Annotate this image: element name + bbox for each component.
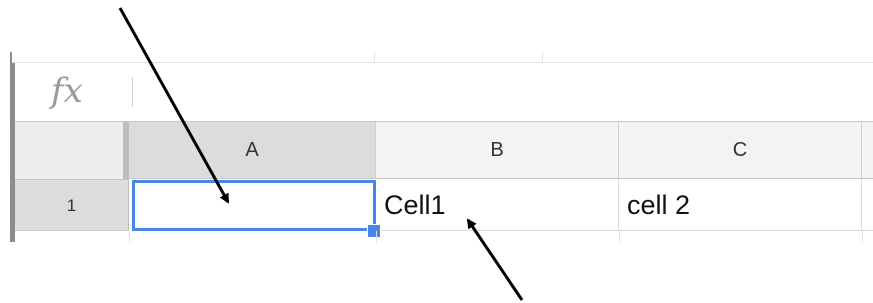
toolbar-strip [12, 52, 873, 63]
cell-d1[interactable] [862, 180, 873, 231]
column-header-c[interactable]: C [619, 122, 862, 179]
cell-c1[interactable]: cell 2 [619, 180, 862, 231]
formula-input[interactable] [140, 71, 864, 113]
function-icon: fx [51, 71, 83, 111]
row-header-label: 1 [66, 196, 77, 215]
toolbar-separator [542, 52, 543, 62]
row-header-1[interactable]: 1 [15, 180, 129, 231]
column-header-a[interactable]: A [129, 122, 376, 179]
grid-line [619, 231, 620, 243]
cell-b1[interactable]: Cell1 [376, 180, 619, 231]
column-header-b[interactable]: B [376, 122, 619, 179]
grid-line [376, 231, 377, 243]
cell-a1[interactable] [132, 180, 376, 231]
spreadsheet: fx A B C 1 Cell1 cell 2 [0, 0, 873, 303]
column-header-label: C [732, 139, 748, 161]
grid-line [129, 231, 130, 243]
column-header-label: A [245, 139, 259, 161]
next-row-edge [15, 231, 873, 243]
toolbar-separator [374, 52, 375, 62]
column-header-label: B [490, 139, 504, 161]
column-header-d[interactable] [862, 122, 873, 179]
formula-bar: fx [15, 63, 873, 122]
formula-bar-divider [132, 77, 133, 107]
select-all-corner[interactable] [15, 122, 129, 180]
grid-line [862, 231, 863, 243]
